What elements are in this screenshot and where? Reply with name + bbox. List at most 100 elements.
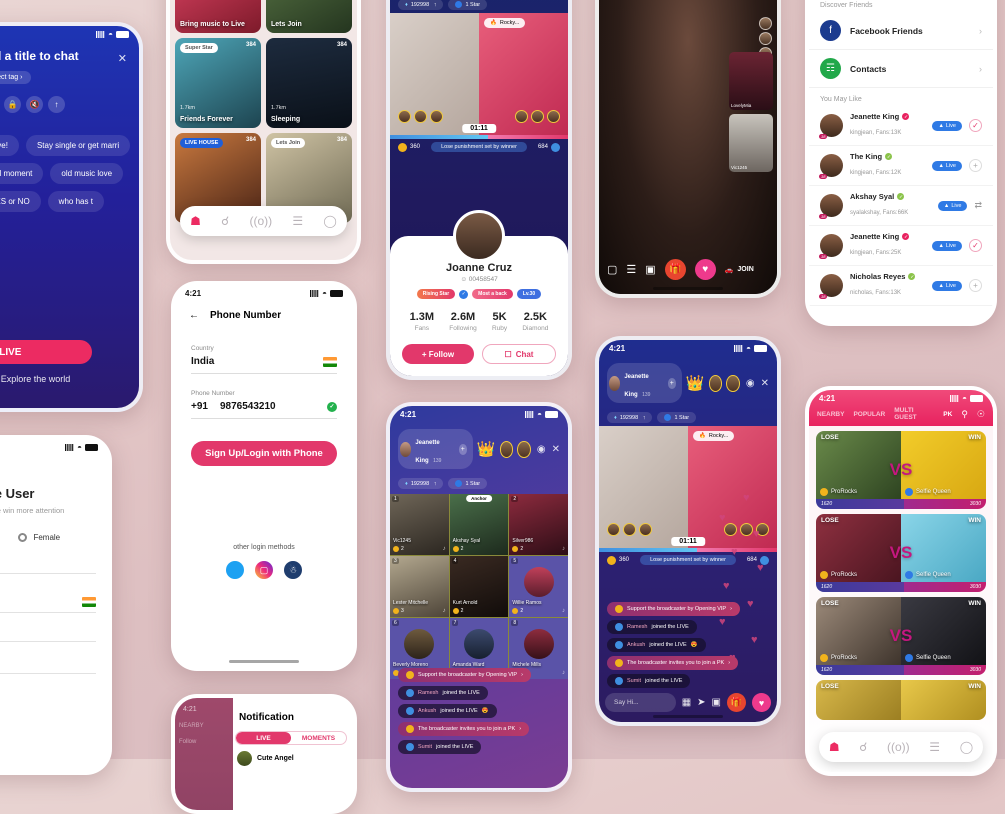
live-badge[interactable]: ▲ Live bbox=[932, 161, 962, 171]
search-icon[interactable]: ⚲ bbox=[961, 409, 968, 420]
user-row[interactable]: 38 Akshay Syal ✓ syalakshay, Fans:66K ▲ L… bbox=[809, 186, 993, 226]
chat-message[interactable]: Support the broadcaster by Opening VIP › bbox=[398, 668, 531, 682]
live-badge[interactable]: ▲ Live bbox=[932, 241, 962, 251]
tag-chip[interactable]: YES or NO bbox=[0, 191, 41, 212]
follow-button[interactable]: + Follow bbox=[402, 344, 474, 364]
chat-message[interactable]: The broadcaster invites you to join a PK… bbox=[398, 722, 529, 736]
live-card[interactable]: Super Star 384 1.7km Friends Forever bbox=[175, 38, 261, 128]
viewer-avatar[interactable] bbox=[759, 32, 772, 45]
row-contacts[interactable]: ☶ Contacts › bbox=[809, 50, 993, 88]
follow-check-icon[interactable]: ✓ bbox=[969, 119, 982, 132]
pk-right[interactable]: WIN bbox=[901, 680, 986, 720]
follow-plus-icon[interactable]: + bbox=[459, 444, 467, 455]
eye-icon[interactable]: ◉ bbox=[537, 444, 546, 455]
gender-female-label[interactable]: Female bbox=[33, 533, 60, 542]
heart-icon[interactable]: ♥ bbox=[695, 259, 716, 280]
tab-nearby[interactable]: NEARBY bbox=[817, 411, 844, 418]
moments-icon[interactable]: ☰ bbox=[292, 214, 303, 228]
guest-thumb[interactable]: Vic1245 bbox=[729, 114, 773, 172]
guest-cell[interactable]: 5 Willie Ramos 2 ♪ bbox=[509, 556, 568, 617]
mic-icon[interactable]: ♪ bbox=[562, 608, 565, 614]
profile-icon[interactable]: ◯ bbox=[323, 214, 336, 228]
chat-button[interactable]: ☐ Chat bbox=[482, 344, 556, 364]
tag-chip[interactable]: ends on Yeah live! bbox=[0, 135, 19, 156]
pk-right[interactable]: WIN Selfie Queen bbox=[901, 431, 986, 499]
phone-input[interactable]: 9876543210 bbox=[220, 401, 276, 412]
guest-avatar[interactable] bbox=[726, 375, 740, 392]
mic-icon[interactable]: ♪ bbox=[443, 608, 446, 614]
pk-card[interactable]: LOSE WIN bbox=[816, 680, 986, 720]
pk-left[interactable]: LOSE ProRocks bbox=[816, 431, 901, 499]
up-icon[interactable]: ↑ bbox=[48, 96, 65, 113]
pk-card[interactable]: LOSE ProRocks WIN Selfie Queen VS 1620 3… bbox=[816, 597, 986, 675]
heart-icon[interactable]: ♥ bbox=[752, 693, 771, 712]
live-badge[interactable]: ▲ Live bbox=[932, 281, 962, 291]
list-icon[interactable]: ☰ bbox=[626, 263, 636, 276]
profile-avatar[interactable] bbox=[453, 210, 505, 262]
follow-check-icon[interactable]: ✓ bbox=[969, 239, 982, 252]
viewer-avatar[interactable] bbox=[759, 17, 772, 30]
country-field[interactable]: Country India bbox=[175, 345, 353, 374]
tab-popular[interactable]: POPULAR bbox=[853, 411, 885, 418]
mute-icon[interactable]: 🔇 bbox=[26, 96, 43, 113]
host-pill[interactable]: Jeanette King 139 + bbox=[607, 363, 682, 403]
live-card[interactable]: 384 1.7km Sleeping bbox=[266, 38, 352, 128]
pk-card[interactable]: LOSE ProRocks WIN Selfie Queen VS 1620 3… bbox=[816, 431, 986, 509]
tab-live[interactable]: LIVE bbox=[236, 732, 291, 744]
instagram-icon[interactable]: ▢ bbox=[255, 561, 273, 579]
back-icon[interactable]: ← bbox=[189, 310, 199, 321]
town-field[interactable]: wn bbox=[0, 613, 96, 642]
add-friend-icon[interactable]: + bbox=[969, 279, 982, 292]
tab-multi-guest[interactable]: MULTI GUEST bbox=[894, 407, 934, 421]
message-icon[interactable]: ▢ bbox=[607, 263, 617, 276]
coin-badge[interactable]: ♦ 192998 ↑ bbox=[398, 478, 443, 489]
guest-cell[interactable]: 1 Vic1245 2 ♪ bbox=[390, 494, 449, 555]
crop-icon[interactable]: ▣ bbox=[645, 263, 655, 276]
select-tag-button[interactable]: Select tag › bbox=[0, 71, 31, 84]
pk-right[interactable]: WIN Selfie Queen bbox=[901, 597, 986, 665]
pk-card[interactable]: LOSE ProRocks WIN Selfie Queen VS 1620 3… bbox=[816, 514, 986, 592]
say-hi-input[interactable]: Say Hi... bbox=[605, 693, 676, 712]
user-row[interactable]: 38 The King ✓ kingjean, Fans:12K ▲ Live + bbox=[809, 146, 993, 186]
pk-right[interactable]: WIN Selfie Queen bbox=[901, 514, 986, 582]
tag-chip[interactable]: who has t bbox=[48, 191, 104, 212]
join-button[interactable]: 🚗 JOIN bbox=[725, 266, 754, 274]
mic-icon[interactable]: ♪ bbox=[562, 670, 565, 676]
live-card[interactable]: LIVE HOUSE 384 Bring music to Live bbox=[175, 0, 261, 33]
row-facebook-friends[interactable]: f Facebook Friends › bbox=[809, 12, 993, 50]
pk-right-stream[interactable]: 🔥 Rocky... bbox=[479, 13, 568, 135]
moments-icon[interactable]: ☰ bbox=[929, 740, 940, 754]
chat-message[interactable]: The broadcaster invites you to join a PK… bbox=[607, 656, 738, 670]
guest-avatar[interactable] bbox=[500, 441, 514, 458]
gift-icon[interactable]: 🎁 bbox=[665, 259, 686, 280]
tag-chip[interactable]: r moment or sad moment bbox=[0, 163, 43, 184]
guest-cell[interactable]: 2 Silver986 2 ♪ bbox=[509, 494, 568, 555]
host-pill[interactable]: Jeanette King 139 + bbox=[398, 429, 473, 469]
pk-left-stream[interactable] bbox=[599, 426, 688, 548]
profile-icon[interactable]: ◯ bbox=[960, 740, 973, 754]
discover-icon[interactable]: ☌ bbox=[221, 214, 229, 228]
tag-chip[interactable]: Stay single or get marri bbox=[26, 135, 130, 156]
tag-chip[interactable]: old music love bbox=[50, 163, 123, 184]
guest-cell[interactable]: 4 Kurt Arnold 2 bbox=[450, 556, 509, 617]
home-icon[interactable]: ☗ bbox=[829, 740, 840, 754]
tab-moments[interactable]: MOMENTS bbox=[291, 732, 346, 744]
pk-left[interactable]: LOSE ProRocks bbox=[816, 514, 901, 582]
guest-avatar[interactable] bbox=[517, 441, 531, 458]
user-row[interactable]: 38 Jeanette King ✓ kingjean, Fans:13K ▲ L… bbox=[809, 106, 993, 146]
keyboard-icon[interactable]: ▦ bbox=[682, 697, 691, 708]
mic-icon[interactable]: ♪ bbox=[562, 546, 565, 552]
close-icon[interactable]: ✕ bbox=[761, 378, 769, 389]
close-icon[interactable]: ✕ bbox=[552, 444, 560, 455]
tab-pk[interactable]: PK bbox=[943, 411, 952, 418]
name-field[interactable]: Syal bbox=[0, 542, 96, 574]
bell-icon[interactable]: ☉ bbox=[977, 409, 985, 420]
screenshot-icon[interactable]: ▣ bbox=[712, 697, 721, 708]
guest-thumb[interactable]: LovelyMia bbox=[729, 52, 773, 110]
radio-female[interactable] bbox=[18, 533, 27, 542]
share-icon[interactable]: ➤ bbox=[697, 697, 705, 708]
live-icon[interactable]: ((o)) bbox=[887, 740, 910, 754]
twitter-icon[interactable]: 𝉹 bbox=[226, 561, 244, 579]
pk-left[interactable]: LOSE bbox=[816, 680, 901, 720]
guest-cell[interactable]: Anchor Akshay Syal 2 bbox=[450, 494, 509, 555]
